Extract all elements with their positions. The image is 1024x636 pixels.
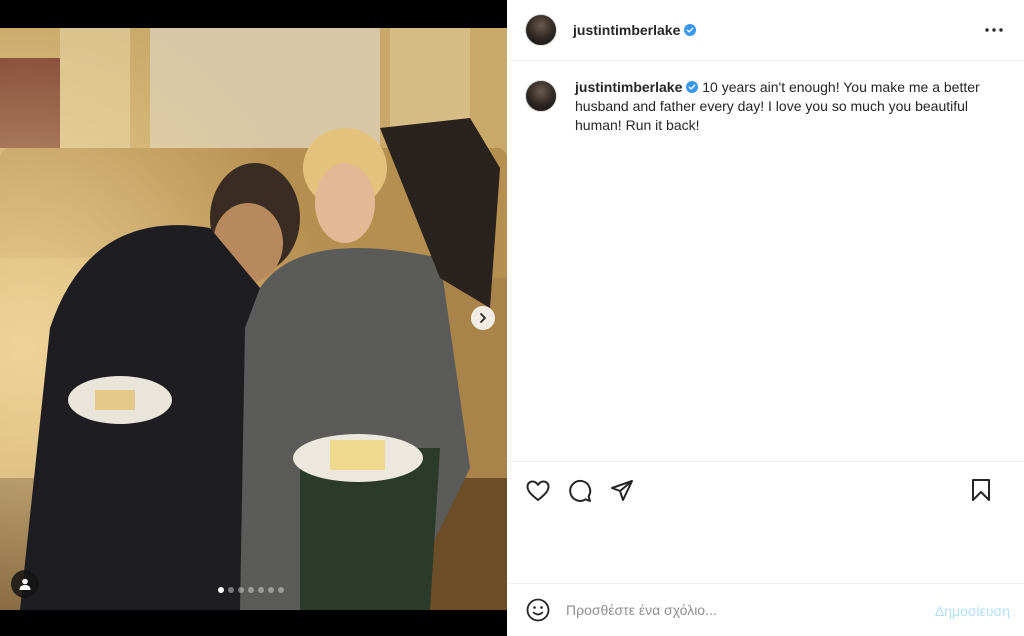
post-header: justintimberlake — [507, 0, 1024, 61]
comment-input[interactable] — [566, 602, 896, 618]
more-options-icon — [985, 28, 1003, 32]
more-options-button[interactable] — [982, 20, 1006, 40]
like-button[interactable] — [525, 478, 551, 504]
avatar[interactable] — [525, 14, 557, 46]
caption-username[interactable]: justintimberlake — [575, 79, 682, 95]
caption-text: justintimberlake 10 years ain't enough! … — [575, 78, 1000, 135]
post-side-panel: justintimberlake justintimberlake 10 yea… — [507, 0, 1024, 636]
carousel-dot-active — [218, 587, 224, 593]
comment-icon — [569, 479, 592, 502]
share-button[interactable] — [609, 478, 635, 504]
post-photo — [0, 28, 507, 610]
comment-bar: Δημοσίευση — [507, 583, 1024, 636]
carousel-dot — [228, 587, 234, 593]
save-button[interactable] — [968, 477, 994, 503]
emoji-icon — [526, 598, 550, 622]
carousel-dot — [268, 587, 274, 593]
verified-badge-icon — [684, 24, 697, 36]
post-actions — [507, 461, 1024, 519]
carousel-indicator — [218, 587, 284, 593]
bookmark-icon — [972, 479, 990, 501]
carousel-dot — [238, 587, 244, 593]
chevron-right-icon — [480, 313, 486, 323]
next-slide-button[interactable] — [471, 306, 495, 330]
carousel-dot — [248, 587, 254, 593]
post-comment-button[interactable]: Δημοσίευση — [935, 603, 1010, 619]
verified-badge-icon — [686, 81, 699, 93]
carousel-dot — [258, 587, 264, 593]
header-username[interactable]: justintimberlake — [573, 22, 680, 38]
caption-avatar[interactable] — [525, 80, 557, 112]
post-caption: justintimberlake 10 years ain't enough! … — [525, 78, 1010, 135]
send-icon — [611, 479, 633, 501]
photo-illustration — [0, 28, 507, 610]
carousel-dot — [278, 587, 284, 593]
comment-button[interactable] — [567, 478, 593, 504]
emoji-button[interactable] — [525, 597, 551, 623]
heart-icon — [526, 480, 550, 501]
post-media — [0, 0, 507, 636]
tagged-users-button[interactable] — [11, 570, 39, 598]
user-tag-icon — [19, 578, 31, 590]
